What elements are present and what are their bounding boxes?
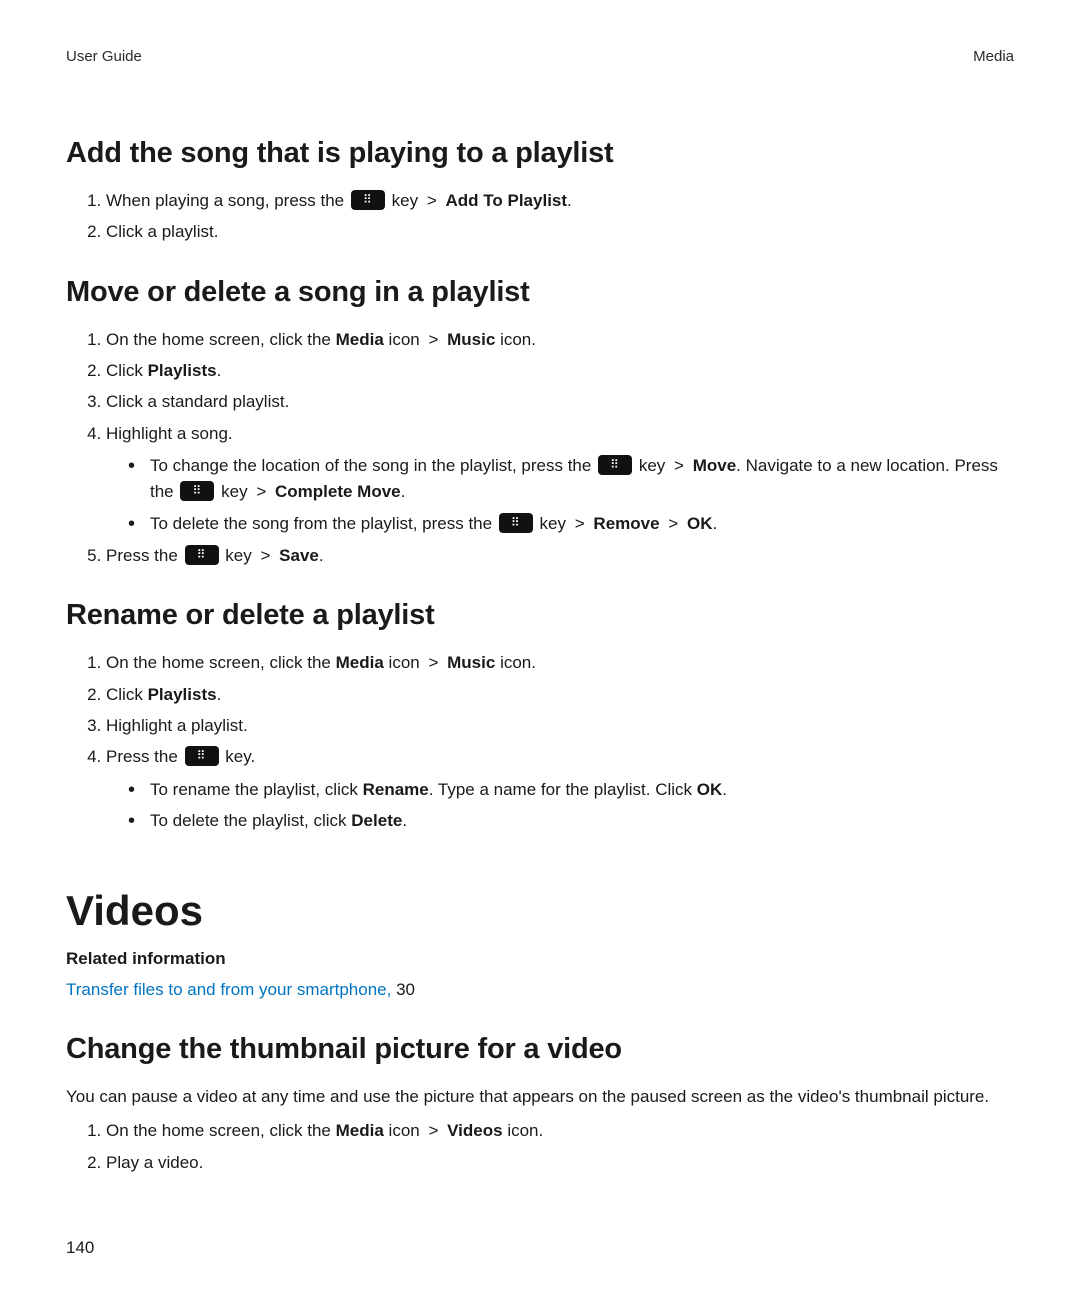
step: Click a playlist. — [106, 219, 1014, 245]
runhead-right: Media — [973, 48, 1014, 65]
bb-menu-key-icon — [180, 481, 214, 501]
bb-menu-key-icon — [499, 513, 533, 533]
step: Click Playlists. — [106, 358, 1014, 384]
runhead-left: User Guide — [66, 48, 142, 65]
related-info-heading: Related information — [66, 949, 1014, 969]
sub-bullets: To change the location of the song in th… — [106, 453, 1014, 537]
step: On the home screen, click the Media icon… — [106, 327, 1014, 353]
bullet: To delete the song from the playlist, pr… — [150, 511, 1014, 537]
step: On the home screen, click the Media icon… — [106, 1118, 1014, 1144]
bullet: To rename the playlist, click Rename. Ty… — [150, 777, 1014, 803]
step: Play a video. — [106, 1150, 1014, 1176]
step: Highlight a playlist. — [106, 713, 1014, 739]
bb-menu-key-icon — [598, 455, 632, 475]
step: When playing a song, press the key > Add… — [106, 188, 1014, 214]
page: User Guide Media Add the song that is pl… — [0, 0, 1080, 1296]
sub-bullets: To rename the playlist, click Rename. Ty… — [106, 777, 1014, 835]
bullet: To change the location of the song in th… — [150, 453, 1014, 506]
bb-menu-key-icon — [185, 545, 219, 565]
step: Press the key. To rename the playlist, c… — [106, 744, 1014, 834]
bb-menu-key-icon — [351, 190, 385, 210]
heading-change-thumbnail: Change the thumbnail picture for a video — [66, 1033, 1014, 1066]
steps-add-song: When playing a song, press the key > Add… — [66, 188, 1014, 246]
bb-menu-key-icon — [185, 746, 219, 766]
heading-videos: Videos — [66, 887, 1014, 935]
running-header: User Guide Media — [66, 48, 1014, 65]
heading-rename-delete-playlist: Rename or delete a playlist — [66, 599, 1014, 632]
steps-rename-delete-playlist: On the home screen, click the Media icon… — [66, 650, 1014, 834]
step: Highlight a song. To change the location… — [106, 421, 1014, 537]
intro-change-thumbnail: You can pause a video at any time and us… — [66, 1084, 1014, 1110]
steps-change-thumbnail: On the home screen, click the Media icon… — [66, 1118, 1014, 1176]
link-transfer-files[interactable]: Transfer files to and from your smartpho… — [66, 980, 391, 999]
related-info-line: Transfer files to and from your smartpho… — [66, 977, 1014, 1003]
page-number: 140 — [66, 1238, 94, 1258]
step: Press the key > Save. — [106, 543, 1014, 569]
related-info-page: 30 — [396, 980, 415, 999]
heading-move-delete-song: Move or delete a song in a playlist — [66, 276, 1014, 309]
step: Click a standard playlist. — [106, 389, 1014, 415]
steps-move-delete-song: On the home screen, click the Media icon… — [66, 327, 1014, 570]
bullet: To delete the playlist, click Delete. — [150, 808, 1014, 834]
step: Click Playlists. — [106, 682, 1014, 708]
heading-add-song: Add the song that is playing to a playli… — [66, 137, 1014, 170]
step: On the home screen, click the Media icon… — [106, 650, 1014, 676]
